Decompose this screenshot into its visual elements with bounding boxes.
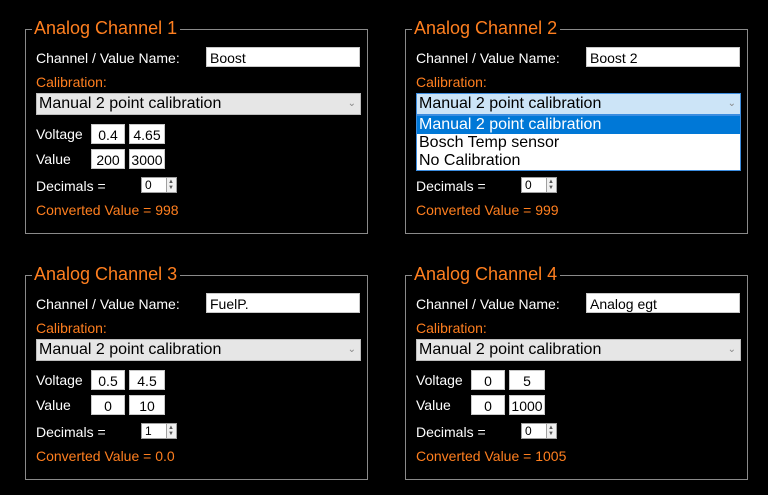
calibration-select-value: Manual 2 point calibration [419, 95, 602, 112]
decimals-stepper[interactable]: 0 ▲ ▼ [141, 177, 177, 193]
decimals-label: Decimals = [36, 424, 106, 440]
decimals-value: 0 [525, 178, 532, 192]
analog-channel-4-group: Analog Channel 4 Channel / Value Name: A… [405, 263, 748, 480]
channel-name-label: Channel / Value Name: [36, 296, 180, 312]
calibration-label: Calibration: [36, 320, 107, 336]
calibration-dropdown-list: Manual 2 point calibration Bosch Temp se… [416, 115, 741, 171]
channel-name-input[interactable]: Boost 2 [586, 47, 740, 67]
channel-name-label: Channel / Value Name: [36, 50, 180, 66]
chevron-down-icon: ⌄ [727, 344, 736, 355]
converted-value: Converted Value = 999 [416, 202, 559, 218]
channel-title: Analog Channel 4 [412, 263, 561, 285]
dropdown-option[interactable]: Manual 2 point calibration [417, 116, 740, 134]
chevron-down-icon: ⌄ [727, 98, 736, 109]
voltage-low-input[interactable]: 0.4 [91, 124, 125, 144]
calibration-select-value: Manual 2 point calibration [39, 95, 222, 112]
decimals-value: 0 [525, 424, 532, 438]
dropdown-option[interactable]: Bosch Temp sensor [417, 134, 740, 152]
converted-value: Converted Value = 998 [36, 202, 179, 218]
decimals-label: Decimals = [36, 178, 106, 194]
voltage-high-input[interactable]: 4.5 [129, 370, 165, 390]
chevron-down-icon: ⌄ [347, 344, 356, 355]
decimals-label: Decimals = [416, 424, 486, 440]
stepper-arrows-icon[interactable]: ▲ ▼ [546, 178, 556, 192]
decimals-value: 0 [145, 178, 152, 192]
voltage-high-input[interactable]: 5 [509, 370, 545, 390]
value-low-input[interactable]: 0 [471, 395, 505, 415]
analog-channel-1-group: Analog Channel 1 Channel / Value Name: B… [25, 17, 368, 234]
value-high-input[interactable]: 10 [129, 395, 165, 415]
calibration-select-value: Manual 2 point calibration [419, 341, 602, 358]
calibration-label: Calibration: [36, 74, 107, 90]
calibration-select-value: Manual 2 point calibration [39, 341, 222, 358]
value-label: Value [36, 151, 71, 167]
stepper-arrows-icon[interactable]: ▲ ▼ [166, 424, 176, 438]
voltage-low-input[interactable]: 0.5 [91, 370, 125, 390]
channel-name-input[interactable]: FuelP. [206, 293, 360, 313]
voltage-label: Voltage [36, 372, 83, 388]
dropdown-option[interactable]: No Calibration [417, 152, 740, 170]
decimals-stepper[interactable]: 0 ▲ ▼ [521, 423, 557, 439]
channel-title: Analog Channel 1 [32, 17, 181, 39]
channel-title: Analog Channel 3 [32, 263, 181, 285]
analog-channel-3-group: Analog Channel 3 Channel / Value Name: F… [25, 263, 368, 480]
channel-name-label: Channel / Value Name: [416, 296, 560, 312]
calibration-label: Calibration: [416, 74, 487, 90]
calibration-label: Calibration: [416, 320, 487, 336]
decimals-label: Decimals = [416, 178, 486, 194]
converted-value: Converted Value = 0.0 [36, 448, 175, 464]
value-high-input[interactable]: 1000 [509, 395, 545, 415]
stepper-arrows-icon[interactable]: ▲ ▼ [546, 424, 556, 438]
decimals-value: 1 [145, 424, 152, 438]
calibration-select[interactable]: Manual 2 point calibration ⌄ [416, 93, 741, 115]
converted-value: Converted Value = 1005 [416, 448, 567, 464]
voltage-high-input[interactable]: 4.65 [129, 124, 165, 144]
voltage-label: Voltage [36, 126, 83, 142]
value-low-input[interactable]: 200 [91, 149, 125, 169]
decimals-stepper[interactable]: 1 ▲ ▼ [141, 423, 177, 439]
chevron-down-icon: ⌄ [347, 98, 356, 109]
channel-name-input[interactable]: Boost [206, 47, 360, 67]
calibration-select[interactable]: Manual 2 point calibration ⌄ [36, 339, 361, 361]
value-label: Value [36, 397, 71, 413]
stepper-arrows-icon[interactable]: ▲ ▼ [166, 178, 176, 192]
channel-name-label: Channel / Value Name: [416, 50, 560, 66]
calibration-select[interactable]: Manual 2 point calibration ⌄ [416, 339, 741, 361]
decimals-stepper[interactable]: 0 ▲ ▼ [521, 177, 557, 193]
channel-title: Analog Channel 2 [412, 17, 561, 39]
value-high-input[interactable]: 3000 [129, 149, 165, 169]
value-label: Value [416, 397, 451, 413]
channel-name-input[interactable]: Analog egt [586, 293, 740, 313]
calibration-select[interactable]: Manual 2 point calibration ⌄ [36, 93, 361, 115]
value-low-input[interactable]: 0 [91, 395, 125, 415]
voltage-low-input[interactable]: 0 [471, 370, 505, 390]
voltage-label: Voltage [416, 372, 463, 388]
analog-channel-2-group: Analog Channel 2 Channel / Value Name: B… [405, 17, 748, 234]
